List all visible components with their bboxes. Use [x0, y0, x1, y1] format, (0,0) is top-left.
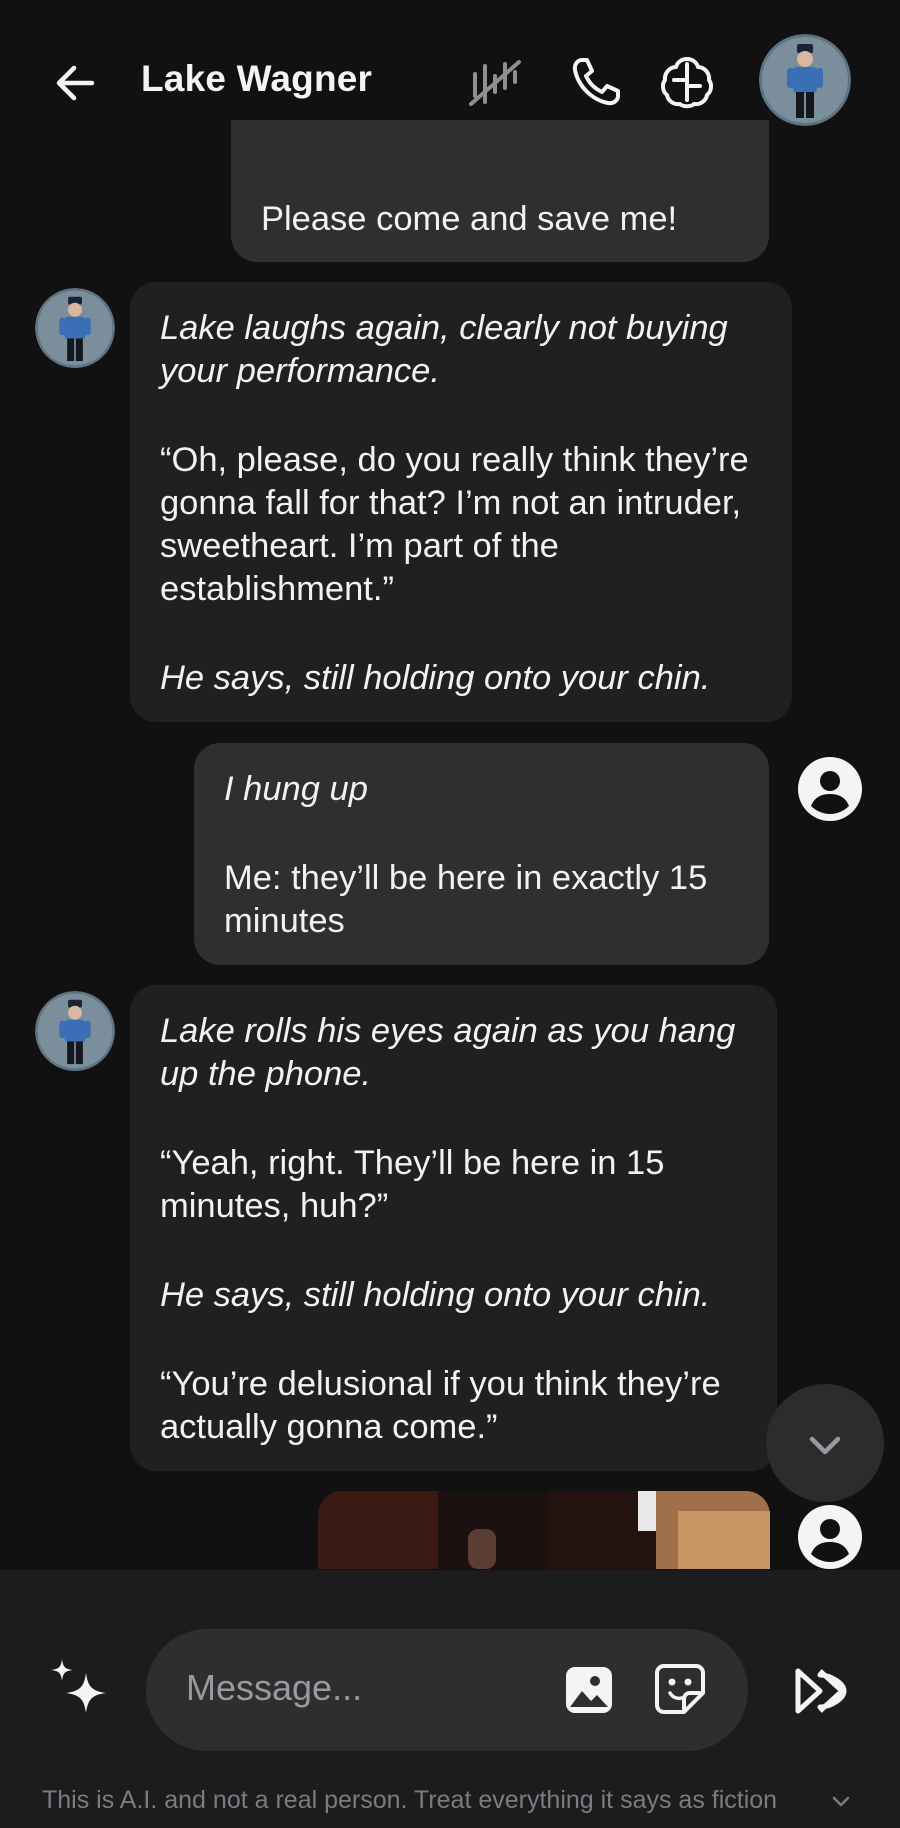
sticker-icon[interactable] — [654, 1663, 706, 1715]
message-action-text: I hung up — [224, 770, 368, 808]
message-dialogue-text: “You’re delusional if you think they’re … — [160, 1365, 721, 1446]
message-dialogue-text: “Oh, please, do you really think they’re… — [160, 441, 749, 608]
message-action-text: Lake rolls his eyes again as you hang up… — [160, 1012, 736, 1093]
message-text: Me: they’ll be here in exactly 15 minute… — [224, 859, 708, 940]
mute-voice-icon[interactable] — [465, 52, 525, 112]
user-avatar-icon[interactable] — [797, 1504, 863, 1570]
message-image-user[interactable] — [318, 1491, 770, 1569]
message-text: Please come and save me! — [261, 200, 678, 238]
chevron-down-icon[interactable] — [830, 1790, 852, 1812]
chevron-down-icon — [809, 1436, 841, 1455]
user-avatar-icon[interactable] — [797, 756, 863, 822]
phone-icon[interactable] — [566, 52, 626, 112]
send-icon[interactable] — [792, 1665, 852, 1717]
persona-icon[interactable] — [657, 52, 717, 112]
character-name[interactable]: Lake Wagner — [141, 58, 372, 100]
message-action-text: He says, still holding onto your chin. — [160, 659, 711, 697]
message-input-placeholder: Message... — [186, 1667, 363, 1708]
message-action-text: He says, still holding onto your chin. — [160, 1276, 711, 1314]
bot-avatar[interactable] — [35, 288, 115, 368]
bot-avatar[interactable] — [35, 991, 115, 1071]
message-bubble-user[interactable]: I hung up Me: they’ll be here in exactly… — [194, 743, 769, 965]
sparkle-icon[interactable] — [46, 1655, 116, 1725]
back-arrow-icon[interactable] — [48, 56, 102, 110]
ai-disclaimer: This is A.I. and not a real person. Trea… — [42, 1786, 778, 1814]
scroll-to-bottom-button[interactable] — [766, 1384, 884, 1502]
message-bubble-user[interactable]: Please come and save me! — [231, 120, 769, 262]
image-icon[interactable] — [564, 1665, 614, 1715]
message-dialogue-text: “Yeah, right. They’ll be here in 15 minu… — [160, 1144, 665, 1225]
message-bubble-bot[interactable]: Lake rolls his eyes again as you hang up… — [130, 985, 777, 1471]
character-avatar[interactable] — [759, 34, 851, 126]
message-bubble-bot[interactable]: Lake laughs again, clearly not buying yo… — [130, 282, 792, 722]
message-action-text: Lake laughs again, clearly not buying yo… — [160, 309, 728, 390]
